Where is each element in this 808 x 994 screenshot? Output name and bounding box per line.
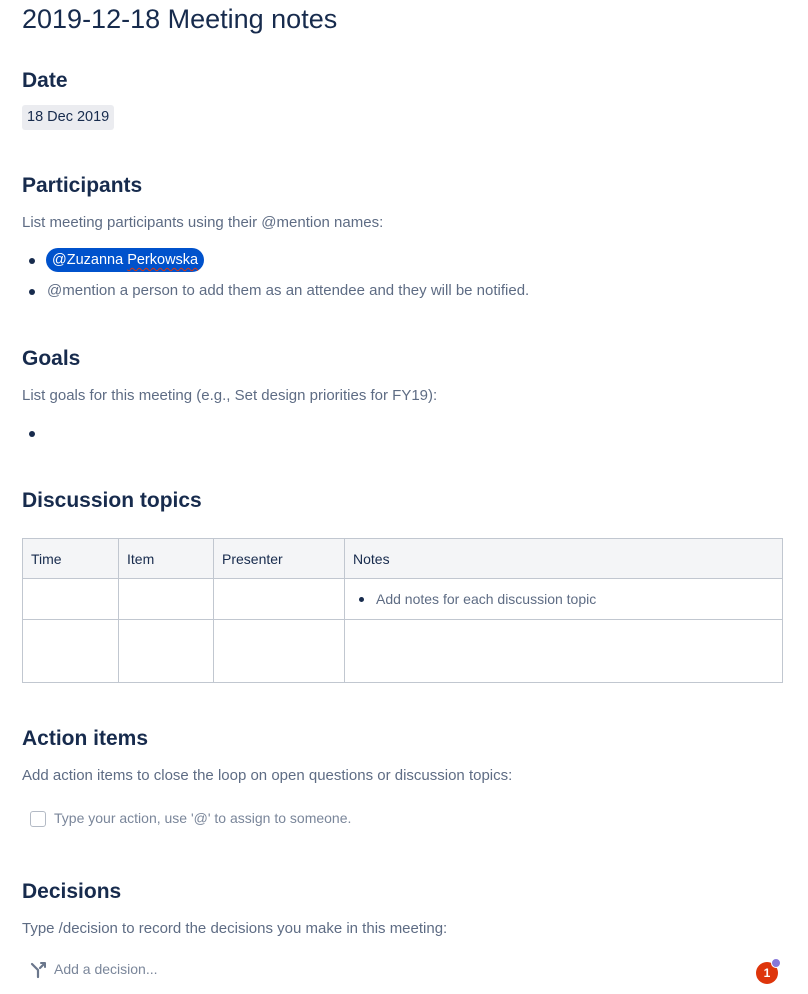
table-cell[interactable] <box>213 578 345 620</box>
discussion-heading: Discussion topics <box>22 489 202 512</box>
participants-hint: @mention a person to add them as an atte… <box>47 282 530 299</box>
table-header-time[interactable]: Time <box>22 538 119 579</box>
table-header-notes[interactable]: Notes <box>344 538 783 579</box>
mention-first-name: @Zuzanna <box>52 252 124 268</box>
table-row: Add notes for each discussion topic <box>22 578 783 620</box>
status-dot <box>771 958 781 968</box>
table-cell[interactable] <box>213 619 345 683</box>
decision-input-placeholder[interactable]: Add a decision... <box>54 961 158 977</box>
date-heading: Date <box>22 69 68 92</box>
mention-zuzanna-perkowska[interactable]: @Zuzanna Perkowska <box>46 248 205 272</box>
bullet-point <box>29 289 35 295</box>
task-checkbox[interactable] <box>30 811 46 827</box>
goals-instruction: List goals for this meeting (e.g., Set d… <box>22 387 438 404</box>
table-cell[interactable] <box>118 578 214 620</box>
table-header-item[interactable]: Item <box>118 538 214 579</box>
goals-empty-bullet[interactable] <box>29 431 35 437</box>
goals-heading: Goals <box>22 347 81 370</box>
bullet-point <box>359 596 364 602</box>
table-row <box>22 619 783 683</box>
decisions-instruction: Type /decision to record the decisions y… <box>22 920 448 937</box>
bullet-point <box>29 258 35 264</box>
decisions-heading: Decisions <box>22 880 122 903</box>
table-cell[interactable]: Add notes for each discussion topic <box>344 578 783 620</box>
table-cell[interactable] <box>22 578 119 620</box>
table-cell[interactable] <box>22 619 119 683</box>
action-items-heading: Action items <box>22 727 149 750</box>
participants-heading: Participants <box>22 174 143 197</box>
mention-last-name: Perkowska <box>127 252 199 268</box>
decision-icon <box>30 962 46 979</box>
table-cell[interactable] <box>118 619 214 683</box>
notes-placeholder: Add notes for each discussion topic <box>376 591 597 607</box>
date-lozenge[interactable]: 18 Dec 2019 <box>22 105 115 130</box>
task-input-placeholder[interactable]: Type your action, use '@' to assign to s… <box>54 810 351 826</box>
table-header-presenter[interactable]: Presenter <box>213 538 345 579</box>
discussion-table: Time Item Presenter Notes Add notes for … <box>22 538 783 683</box>
action-items-instruction: Add action items to close the loop on op… <box>22 767 513 784</box>
table-cell[interactable] <box>344 619 783 683</box>
participants-instruction: List meeting participants using their @m… <box>22 214 384 231</box>
page-title[interactable]: 2019-12-18 Meeting notes <box>22 4 337 35</box>
